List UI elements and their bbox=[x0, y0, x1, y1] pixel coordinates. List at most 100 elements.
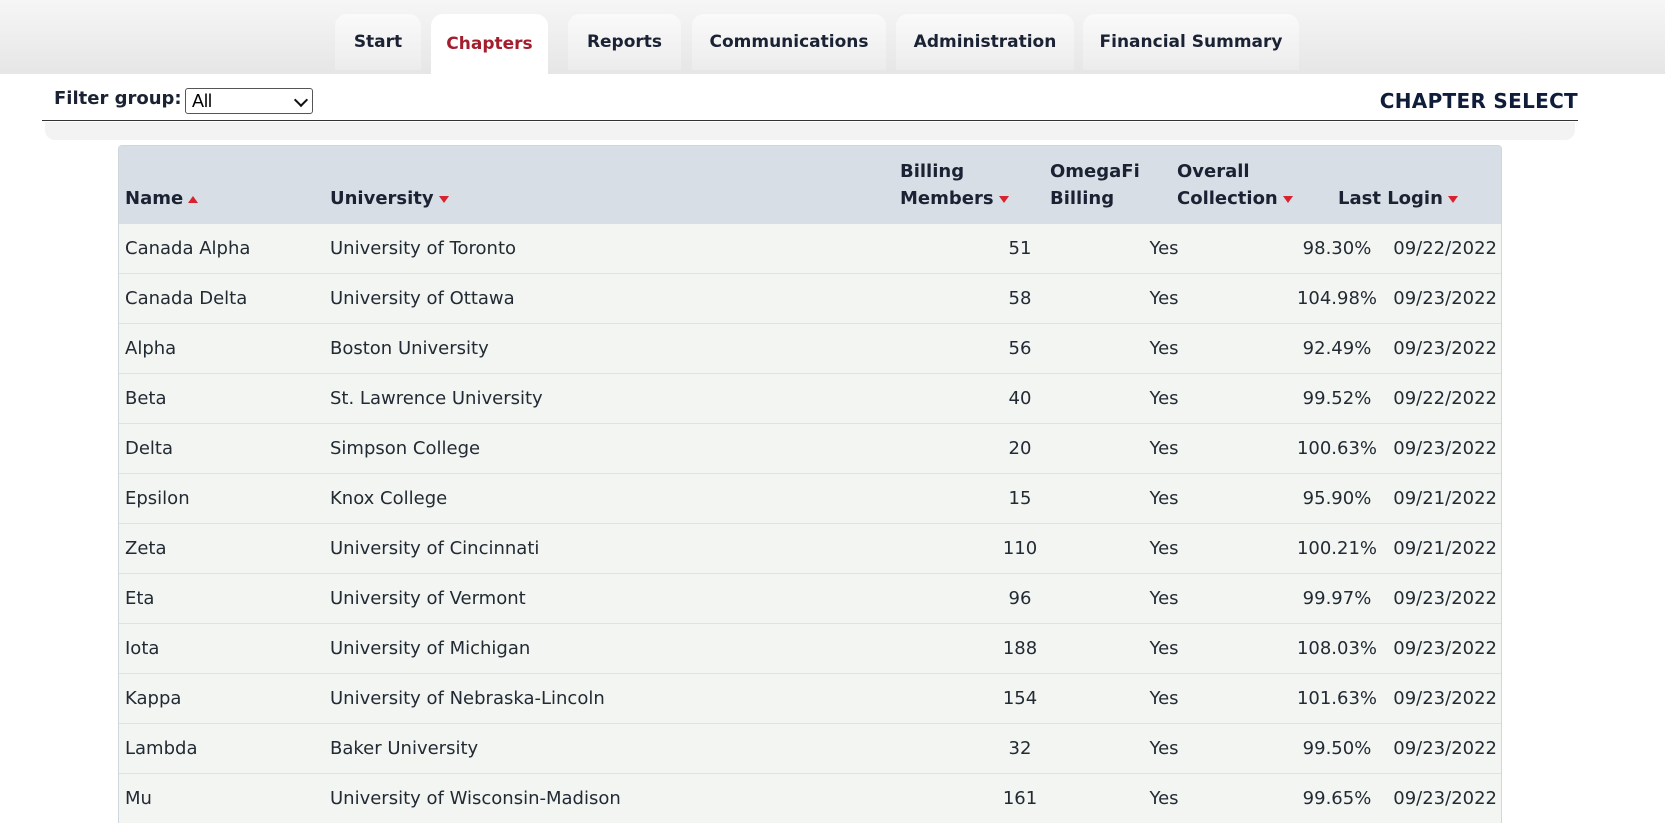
table-header: Name University Billing Members OmegaFi … bbox=[119, 146, 1501, 224]
filter-group-select[interactable]: All bbox=[185, 88, 313, 114]
omegafi-billing-cell: Yes bbox=[1149, 638, 1179, 659]
header-shadow bbox=[45, 122, 1575, 140]
sort-descending-icon bbox=[998, 195, 1009, 203]
top-navigation-bar: Start Chapters Reports Communications Ad… bbox=[0, 0, 1665, 74]
sort-descending-icon bbox=[438, 195, 449, 203]
table-row[interactable]: Epsilon Knox College 15 Yes 95.90% 09/21/2022 bbox=[119, 473, 1501, 523]
column-header-name[interactable]: Name bbox=[125, 185, 199, 212]
table-row[interactable]: Mu University of Wisconsin-Madison 161 Yes 9… bbox=[119, 773, 1501, 823]
chevron-down-icon bbox=[293, 92, 309, 108]
column-header-label: Members bbox=[900, 188, 994, 209]
column-header-label: Overall bbox=[1177, 161, 1250, 182]
omegafi-billing-cell: Yes bbox=[1149, 438, 1179, 459]
page-title: CHAPTER SELECT bbox=[1379, 89, 1578, 113]
university-cell: University of Wisconsin-Madison bbox=[330, 788, 621, 809]
chapter-name-cell[interactable]: Delta bbox=[125, 424, 173, 473]
chapter-name-cell[interactable]: Mu bbox=[125, 774, 152, 823]
chapter-name-cell[interactable]: Canada Alpha bbox=[125, 224, 250, 273]
tab-administration[interactable]: Administration bbox=[896, 14, 1074, 70]
university-cell: University of Nebraska-Lincoln bbox=[330, 688, 605, 709]
omegafi-billing-cell: Yes bbox=[1149, 538, 1179, 559]
chapter-name-cell[interactable]: Epsilon bbox=[125, 474, 190, 523]
university-cell: University of Cincinnati bbox=[330, 538, 540, 559]
chapter-name-cell[interactable]: Alpha bbox=[125, 324, 176, 373]
university-cell: Simpson College bbox=[330, 438, 481, 459]
chapters-table: Name University Billing Members OmegaFi … bbox=[118, 145, 1502, 823]
university-cell: Boston University bbox=[330, 338, 489, 359]
last-login-cell: 09/23/2022 bbox=[1393, 338, 1497, 359]
university-cell: Baker University bbox=[330, 738, 479, 759]
table-row[interactable]: Delta Simpson College 20 Yes 100.63% 09/23/20… bbox=[119, 423, 1501, 473]
university-cell: University of Ottawa bbox=[330, 288, 515, 309]
last-login-cell: 09/23/2022 bbox=[1393, 788, 1497, 809]
table-row[interactable]: Kappa University of Nebraska-Lincoln 154 Ye… bbox=[119, 673, 1501, 723]
last-login-cell: 09/23/2022 bbox=[1393, 638, 1497, 659]
billing-members-cell: 188 bbox=[1002, 638, 1038, 659]
column-header-label: Billing bbox=[900, 161, 965, 182]
filter-bar: Filter group: All CHAPTER SELECT bbox=[42, 84, 1578, 120]
billing-members-cell: 40 bbox=[1008, 388, 1032, 409]
billing-members-cell: 56 bbox=[1008, 338, 1032, 359]
chapter-name-cell[interactable]: Eta bbox=[125, 574, 154, 623]
billing-members-cell: 154 bbox=[1002, 688, 1038, 709]
header-divider bbox=[42, 120, 1578, 121]
column-header-university[interactable]: University bbox=[330, 185, 449, 212]
sort-descending-icon bbox=[1282, 195, 1293, 203]
last-login-cell: 09/23/2022 bbox=[1393, 688, 1497, 709]
chapter-name-cell[interactable]: Lambda bbox=[125, 724, 197, 773]
billing-members-cell: 96 bbox=[1008, 588, 1032, 609]
column-header-label: Collection bbox=[1177, 188, 1278, 209]
omegafi-billing-cell: Yes bbox=[1149, 788, 1179, 809]
last-login-cell: 09/21/2022 bbox=[1393, 538, 1497, 559]
chapter-name-cell[interactable]: Canada Delta bbox=[125, 274, 247, 323]
chapter-name-cell[interactable]: Beta bbox=[125, 374, 167, 423]
column-header-billing-members[interactable]: Billing Members bbox=[900, 158, 1009, 212]
billing-members-cell: 51 bbox=[1008, 238, 1032, 259]
table-row[interactable]: Alpha Boston University 56 Yes 92.49% 09/23/2… bbox=[119, 323, 1501, 373]
omegafi-billing-cell: Yes bbox=[1149, 338, 1179, 359]
billing-members-cell: 58 bbox=[1008, 288, 1032, 309]
omegafi-billing-cell: Yes bbox=[1149, 738, 1179, 759]
tab-chapters[interactable]: Chapters bbox=[431, 14, 548, 74]
tab-reports[interactable]: Reports bbox=[568, 14, 681, 70]
table-row[interactable]: Iota University of Michigan 188 Yes 108.03% 0… bbox=[119, 623, 1501, 673]
last-login-cell: 09/22/2022 bbox=[1393, 388, 1497, 409]
omegafi-billing-cell: Yes bbox=[1149, 288, 1179, 309]
chapter-name-cell[interactable]: Zeta bbox=[125, 524, 167, 573]
billing-members-cell: 161 bbox=[1002, 788, 1038, 809]
sort-descending-icon bbox=[1447, 195, 1458, 203]
table-row[interactable]: Lambda Baker University 32 Yes 99.50% 09/23/2… bbox=[119, 723, 1501, 773]
column-header-last-login[interactable]: Last Login bbox=[1338, 185, 1458, 212]
table-row[interactable]: Eta University of Vermont 96 Yes 99.97% 09/23… bbox=[119, 573, 1501, 623]
filter-group-selected-value: All bbox=[192, 91, 213, 111]
tab-financial-summary[interactable]: Financial Summary bbox=[1083, 14, 1299, 70]
column-header-label: OmegaFi bbox=[1050, 161, 1140, 182]
table-body: Canada Alpha University of Toronto 51 Yes 98… bbox=[119, 224, 1501, 823]
tab-start[interactable]: Start bbox=[335, 14, 421, 70]
column-header-overall-collection[interactable]: Overall Collection bbox=[1177, 158, 1293, 212]
table-row[interactable]: Canada Delta University of Ottawa 58 Yes 104… bbox=[119, 273, 1501, 323]
last-login-cell: 09/22/2022 bbox=[1393, 238, 1497, 259]
column-header-label: Name bbox=[125, 188, 184, 209]
column-header-omegafi-billing[interactable]: OmegaFi Billing bbox=[1050, 158, 1140, 212]
billing-members-cell: 15 bbox=[1008, 488, 1032, 509]
university-cell: University of Toronto bbox=[330, 238, 517, 259]
table-row[interactable]: Canada Alpha University of Toronto 51 Yes 98… bbox=[119, 224, 1501, 273]
omegafi-billing-cell: Yes bbox=[1149, 388, 1179, 409]
tab-communications[interactable]: Communications bbox=[692, 14, 886, 70]
column-header-label: University bbox=[330, 188, 434, 209]
university-cell: Knox College bbox=[330, 488, 448, 509]
chapter-name-cell[interactable]: Kappa bbox=[125, 674, 181, 723]
column-header-label: Billing bbox=[1050, 188, 1115, 209]
table-row[interactable]: Beta St. Lawrence University 40 Yes 99.52% 09… bbox=[119, 373, 1501, 423]
last-login-cell: 09/23/2022 bbox=[1393, 588, 1497, 609]
chapter-name-cell[interactable]: Iota bbox=[125, 624, 159, 673]
last-login-cell: 09/23/2022 bbox=[1393, 438, 1497, 459]
university-cell: St. Lawrence University bbox=[330, 388, 543, 409]
university-cell: University of Michigan bbox=[330, 638, 531, 659]
last-login-cell: 09/21/2022 bbox=[1393, 488, 1497, 509]
university-cell: University of Vermont bbox=[330, 588, 526, 609]
table-row[interactable]: Zeta University of Cincinnati 110 Yes 100.21… bbox=[119, 523, 1501, 573]
omegafi-billing-cell: Yes bbox=[1149, 588, 1179, 609]
filter-group-label: Filter group: bbox=[54, 88, 182, 109]
